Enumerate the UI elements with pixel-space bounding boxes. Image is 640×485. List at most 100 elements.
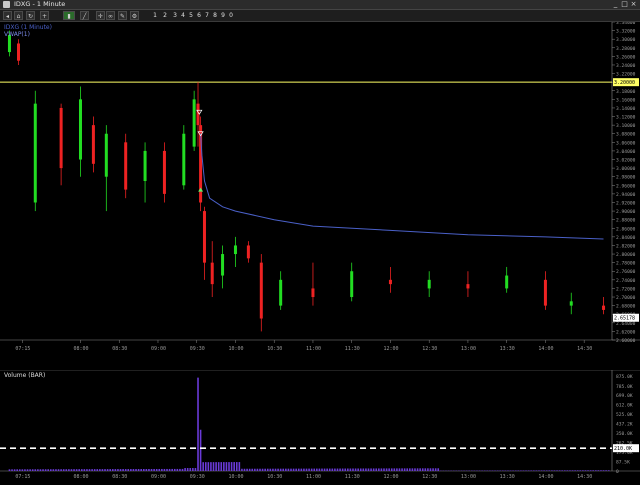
draw-icon[interactable]: ✎ — [118, 11, 127, 20]
volume-chart[interactable]: 875.0K785.0K699.0K612.0K525.0K437.2K350.… — [0, 370, 640, 481]
volume-bar — [76, 469, 78, 471]
volume-bar — [275, 469, 277, 471]
link-icon[interactable]: ∞ — [106, 11, 115, 20]
volume-bar — [151, 469, 153, 471]
settings-icon[interactable]: ⚙ — [130, 11, 139, 20]
price-x-tick-label: 10:00 — [228, 346, 243, 352]
price-y-tick-label: 3.32000 — [616, 29, 636, 35]
window-title: IDXG - 1 Minute — [14, 0, 65, 9]
price-chart[interactable]: 3.340003.320003.300003.280003.260003.240… — [0, 22, 640, 358]
price-y-tick-label: 3.16000 — [616, 97, 636, 103]
timeframe-6-button[interactable]: 6 — [196, 11, 202, 20]
volume-bar — [298, 469, 300, 471]
volume-chart-panel[interactable]: 875.0K785.0K699.0K612.0K525.0K437.2K350.… — [0, 370, 640, 481]
volume-bar — [394, 468, 396, 471]
volume-bar — [148, 469, 150, 471]
volume-bar — [22, 469, 24, 471]
timeframe-0-button[interactable]: 0 — [228, 11, 234, 20]
refresh-icon[interactable]: ↻ — [26, 11, 35, 20]
volume-bar — [45, 469, 47, 471]
volume-bar — [549, 470, 551, 471]
volume-bar — [55, 469, 57, 471]
volume-bar — [102, 469, 104, 471]
volume-bar — [391, 468, 393, 471]
price-y-tick-label: 2.60000 — [616, 338, 636, 344]
volume-bar — [533, 470, 535, 471]
volume-bar — [16, 469, 18, 471]
price-y-tick-label: 3.30000 — [616, 37, 636, 43]
volume-bar — [409, 468, 411, 471]
price-x-tick-label: 08:00 — [73, 346, 88, 352]
volume-bar — [311, 469, 313, 471]
volume-bar — [277, 469, 279, 471]
price-y-tick-label: 3.02000 — [616, 158, 636, 164]
timeframe-5-button[interactable]: 5 — [188, 11, 194, 20]
volume-bar — [324, 469, 326, 471]
volume-bar — [9, 469, 11, 471]
volume-bar — [295, 469, 297, 471]
volume-bar — [422, 468, 424, 471]
minimize-button[interactable]: _ — [612, 1, 619, 8]
home-icon[interactable]: ⌂ — [14, 11, 23, 20]
candle-body — [279, 280, 282, 306]
back-icon[interactable]: ◂ — [3, 11, 12, 20]
volume-bar — [373, 468, 375, 471]
volume-bar — [259, 469, 261, 471]
volume-bar — [290, 469, 292, 471]
volume-bar — [133, 469, 135, 471]
timeframe-4-button[interactable]: 4 — [180, 11, 186, 20]
volume-bar — [427, 468, 429, 471]
volume-bar — [254, 469, 256, 471]
volume-bar — [47, 469, 49, 471]
volume-x-tick-label: 08:30 — [112, 474, 127, 480]
volume-bar — [523, 470, 525, 471]
volume-x-tick-label: 11:30 — [345, 474, 360, 480]
volume-bar — [166, 469, 168, 471]
volume-bar — [112, 469, 114, 471]
candle-body — [105, 134, 108, 177]
volume-bar — [530, 470, 532, 471]
volume-bar — [326, 469, 328, 471]
volume-bar — [40, 469, 42, 471]
volume-bar — [567, 470, 569, 471]
volume-bar — [525, 470, 527, 471]
volume-bar — [171, 469, 173, 471]
volume-bar — [282, 469, 284, 471]
bar-icon[interactable]: ▮ — [63, 11, 75, 20]
crosshair-icon[interactable]: ✛ — [96, 11, 105, 20]
candle-body — [211, 263, 214, 284]
volume-bar — [146, 469, 148, 471]
timeframe-2-button[interactable]: 2 — [162, 11, 168, 20]
timeframe-1-button[interactable]: 1 — [152, 11, 158, 20]
volume-bar — [520, 470, 522, 471]
timeframe-7-button[interactable]: 7 — [204, 11, 210, 20]
close-button[interactable]: × — [630, 1, 637, 8]
price-y-tick-label: 3.04000 — [616, 149, 636, 155]
volume-bar — [210, 462, 212, 471]
volume-bar — [280, 469, 282, 471]
volume-bar — [120, 469, 122, 471]
volume-bar — [200, 430, 202, 471]
zoom-icon[interactable]: + — [40, 11, 49, 20]
price-y-tick-label: 2.62000 — [616, 329, 636, 335]
timeframe-9-button[interactable]: 9 — [220, 11, 226, 20]
volume-bar — [179, 469, 181, 471]
volume-bar — [360, 468, 362, 471]
price-chart-panel[interactable]: 3.340003.320003.300003.280003.260003.240… — [0, 22, 640, 358]
volume-x-tick-label: 10:00 — [228, 474, 243, 480]
maximize-button[interactable]: □ — [621, 1, 628, 8]
line-icon[interactable]: ╱ — [80, 11, 89, 20]
candle-body — [234, 245, 237, 254]
volume-bar — [32, 469, 34, 471]
volume-bar — [161, 469, 163, 471]
candle-body — [466, 284, 469, 288]
timeframe-8-button[interactable]: 8 — [212, 11, 218, 20]
price-y-tick-label: 3.28000 — [616, 46, 636, 52]
volume-bar — [140, 469, 142, 471]
price-y-tick-label: 3.06000 — [616, 140, 636, 146]
volume-bar — [195, 468, 197, 471]
volume-y-tick-label: 437.2K — [616, 422, 633, 428]
timeframe-3-button[interactable]: 3 — [172, 11, 178, 20]
price-y-tick-label: 3.00000 — [616, 166, 636, 172]
volume-bar — [605, 470, 607, 471]
